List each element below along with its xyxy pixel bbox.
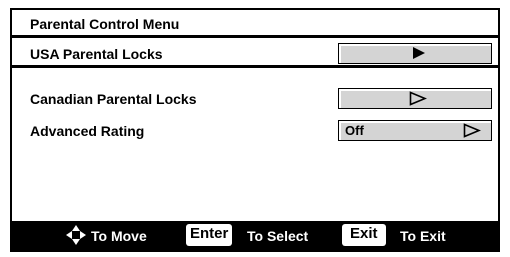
hollow-triangle-icon [463,123,481,138]
exit-key-badge: Exit [342,224,386,246]
four-way-arrow-icon [66,225,86,245]
menu-item-label: Advanced Rating [30,123,145,139]
menu-item-label: Canadian Parental Locks [30,91,197,107]
advanced-rating-value: Off [345,123,364,138]
footer-help-bar: To Move Enter To Select Exit To Exit [12,221,498,250]
play-triangle-icon [413,47,425,59]
parental-control-menu: Parental Control Menu USA Parental Locks… [10,8,500,252]
enter-key-badge: Enter [186,224,233,246]
menu-item-label: USA Parental Locks [30,46,163,62]
move-hint: To Move [91,228,147,244]
usa-locks-open-button[interactable] [338,43,492,64]
canadian-locks-open-button[interactable] [338,88,492,109]
menu-title-bar: Parental Control Menu [12,10,498,38]
advanced-rating-select[interactable]: Off [338,120,492,141]
exit-hint: To Exit [400,228,446,244]
menu-item-advanced-rating[interactable]: Advanced Rating Off [12,119,498,145]
menu-item-canadian-parental-locks[interactable]: Canadian Parental Locks [12,87,498,113]
select-hint: To Select [247,228,309,244]
menu-title: Parental Control Menu [30,16,180,32]
hollow-triangle-icon [409,91,427,106]
menu-item-usa-parental-locks[interactable]: USA Parental Locks [12,42,498,68]
